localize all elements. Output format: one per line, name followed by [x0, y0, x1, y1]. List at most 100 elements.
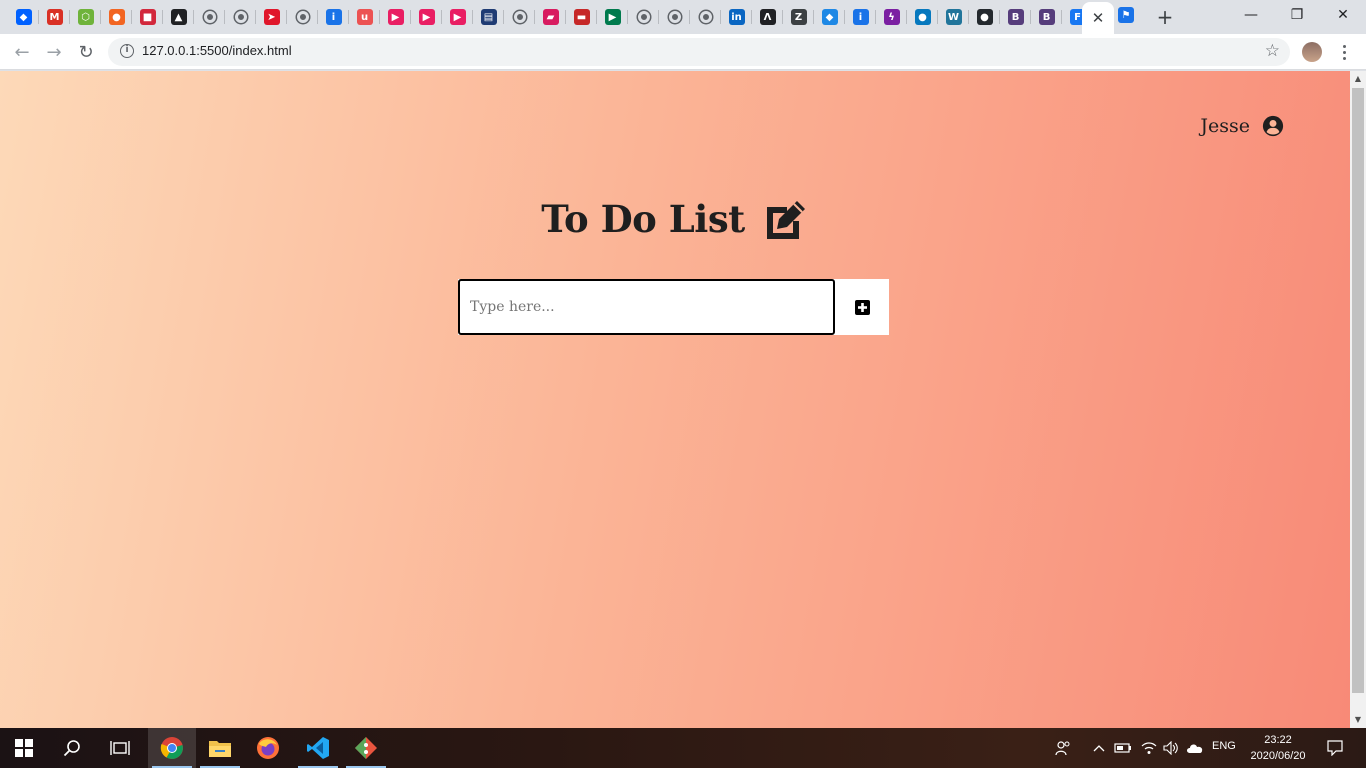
plane-icon: ▬: [573, 9, 590, 25]
pinned-tab[interactable]: ■: [132, 0, 163, 34]
scroll-up-arrow-icon[interactable]: ▲: [1350, 71, 1366, 87]
action-center-button[interactable]: [1320, 728, 1350, 768]
pinned-tab[interactable]: ◆: [8, 0, 39, 34]
show-hidden-icons-button[interactable]: [1090, 728, 1108, 768]
pinned-tab[interactable]: i: [318, 0, 349, 34]
back-button[interactable]: ←: [8, 38, 36, 66]
pinned-tab[interactable]: i: [845, 0, 876, 34]
pinned-tab[interactable]: ▶: [442, 0, 473, 34]
new-tab-button[interactable]: +: [1152, 4, 1178, 30]
pinned-tab[interactable]: ●: [907, 0, 938, 34]
user-name: Jesse: [1200, 115, 1250, 137]
pinned-tab[interactable]: ϟ: [876, 0, 907, 34]
task-view-button[interactable]: [96, 728, 144, 768]
play-red-icon: ▶: [387, 9, 404, 25]
info-blue-icon: i: [852, 9, 869, 25]
active-tab[interactable]: ✕: [1082, 2, 1114, 34]
linkedin-icon: in: [728, 9, 745, 25]
search-button[interactable]: [48, 728, 96, 768]
taskbar-git[interactable]: [342, 728, 390, 768]
close-window-button[interactable]: ✕: [1320, 0, 1366, 30]
pinned-tab[interactable]: ▶: [380, 0, 411, 34]
minimize-button[interactable]: —: [1228, 0, 1274, 30]
taskbar-firefox[interactable]: [244, 728, 292, 768]
pinned-tab[interactable]: ●: [101, 0, 132, 34]
taskbar-vscode[interactable]: [294, 728, 342, 768]
pinned-tab[interactable]: Z: [783, 0, 814, 34]
browser-menu-button[interactable]: [1334, 40, 1354, 64]
pinned-tab[interactable]: W: [938, 0, 969, 34]
pinned-tab[interactable]: B: [1031, 0, 1062, 34]
edit-icon: [766, 201, 805, 239]
bootstrap-icon: B: [1007, 9, 1024, 25]
pinned-tab[interactable]: ⬡: [70, 0, 101, 34]
tab-strip: ◆ M ⬡ ● ■ ▲ ➤ i u ▶ ▶ ▶ ▤ ▰ ▬ ▶ in Λ Z ◆ i ϟ ● W ● B B F ✕ ⚑ + — ❐ …: [0, 0, 1366, 34]
close-tab-icon[interactable]: ✕: [1092, 9, 1105, 27]
udemy-icon: u: [356, 9, 373, 25]
volume-tray-button[interactable]: [1160, 728, 1182, 768]
wifi-tray-button[interactable]: [1138, 728, 1160, 768]
pinned-tab[interactable]: ●: [969, 0, 1000, 34]
hex-icon: ⬡: [77, 9, 94, 25]
pinned-tab[interactable]: u: [349, 0, 380, 34]
pinned-tab[interactable]: ➤: [256, 0, 287, 34]
news-icon: ▤: [480, 9, 497, 25]
url-text[interactable]: 127.0.0.1:5500/index.html: [142, 43, 292, 58]
bookmark-star-icon[interactable]: ☆: [1265, 41, 1280, 61]
pinned-tab[interactable]: M: [39, 0, 70, 34]
flag-blue-icon: ⚑: [1118, 7, 1134, 23]
graduation-icon: ▰: [542, 9, 559, 25]
restore-button[interactable]: ❐: [1274, 0, 1320, 30]
profile-avatar[interactable]: [1302, 42, 1322, 62]
pinned-tab[interactable]: ▰: [535, 0, 566, 34]
pinned-tab[interactable]: [659, 0, 690, 34]
onedrive-tray-button[interactable]: [1184, 728, 1206, 768]
cloud-icon: [1187, 744, 1203, 753]
clock-date: 2020/06/20: [1250, 750, 1306, 762]
taskbar-chrome[interactable]: [148, 728, 196, 768]
add-task-button[interactable]: [835, 279, 889, 335]
todo-form: [458, 279, 889, 335]
pinned-tab[interactable]: B: [1000, 0, 1031, 34]
pinned-tab[interactable]: ◆: [814, 0, 845, 34]
pinned-tab[interactable]: in: [721, 0, 752, 34]
pinned-tab[interactable]: [628, 0, 659, 34]
site-info-icon[interactable]: i: [120, 44, 134, 58]
bus-icon: ■: [139, 9, 156, 25]
start-button[interactable]: [0, 728, 48, 768]
dropbox-icon: ◆: [15, 9, 32, 25]
forward-button[interactable]: →: [40, 38, 68, 66]
address-bar[interactable]: i 127.0.0.1:5500/index.html ☆: [108, 38, 1290, 66]
pinned-tab[interactable]: [504, 0, 535, 34]
pinned-tab[interactable]: [287, 0, 318, 34]
pinned-tab[interactable]: [194, 0, 225, 34]
scroll-down-arrow-icon[interactable]: ▼: [1350, 712, 1366, 728]
pinned-tab[interactable]: ▬: [566, 0, 597, 34]
battery-icon: [1114, 743, 1131, 753]
clock[interactable]: 23:22 2020/06/20: [1244, 732, 1312, 764]
todo-input[interactable]: [458, 279, 835, 335]
pinned-tab[interactable]: ▤: [473, 0, 504, 34]
pinned-tab[interactable]: Λ: [752, 0, 783, 34]
battery-tray-button[interactable]: [1112, 728, 1134, 768]
page-viewport: Jesse To Do List: [0, 71, 1350, 728]
pinned-tab[interactable]: ▶: [411, 0, 442, 34]
notification-icon: [1327, 740, 1343, 756]
people-tray-button[interactable]: [1050, 728, 1076, 768]
user-area[interactable]: Jesse: [1200, 115, 1284, 137]
tab-extra[interactable]: ⚑: [1118, 7, 1134, 23]
page-scrollbar[interactable]: ▲ ▼: [1350, 71, 1366, 728]
pinned-tab[interactable]: [690, 0, 721, 34]
bootstrap-icon: B: [1038, 9, 1055, 25]
pinned-tab[interactable]: ▶: [597, 0, 628, 34]
arch-icon: ▲: [170, 9, 187, 25]
scroll-thumb[interactable]: [1352, 88, 1364, 693]
pinned-tab[interactable]: ▲: [163, 0, 194, 34]
language-indicator[interactable]: ENG: [1212, 740, 1236, 752]
volume-icon: [1163, 741, 1178, 755]
reload-button[interactable]: ↻: [72, 38, 100, 66]
pinned-tab[interactable]: [225, 0, 256, 34]
user-circle-icon[interactable]: [1262, 115, 1284, 137]
taskbar-file-explorer[interactable]: [196, 728, 244, 768]
folder-icon: [209, 741, 231, 757]
